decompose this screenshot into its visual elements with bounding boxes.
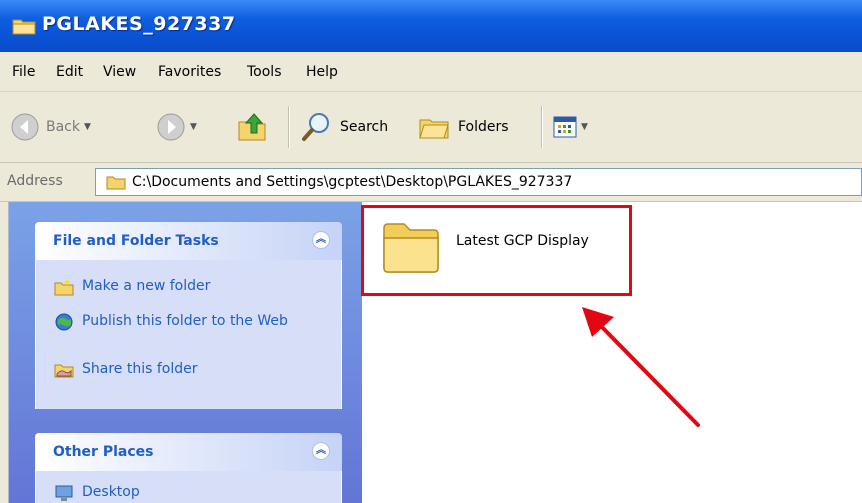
panel-body: Make a new folder Publish this folder to… [35,260,342,409]
address-bar: Address C:\Documents and Settings\gcptes… [0,163,862,202]
panel-title: File and Folder Tasks [53,233,219,249]
task-label: Make a new folder [82,278,211,294]
place-label: Desktop [82,484,140,500]
folders-icon [419,119,449,139]
back-button[interactable]: Back ▼ [10,92,91,162]
menu-bar: File Edit View Favorites Tools Help [0,52,862,92]
search-icon [302,113,329,141]
back-label: Back [46,119,80,135]
up-folder-button[interactable] [236,92,270,162]
place-desktop[interactable]: Desktop [54,483,312,503]
menu-tools[interactable]: Tools [247,64,282,80]
desktop-icon [55,485,73,501]
task-share-folder[interactable]: Share this folder [54,360,312,380]
panel-header[interactable]: File and Folder Tasks ︽ [35,222,342,260]
panel-body: Desktop [35,471,342,503]
search-button[interactable]: Search [300,92,388,162]
menu-file[interactable]: File [12,64,35,80]
chevron-down-icon: ▼ [581,122,588,132]
address-label: Address [7,173,63,189]
folders-button[interactable]: Folders [418,92,509,162]
toolbar-separator [288,106,290,148]
menu-favorites[interactable]: Favorites [158,64,221,80]
folder-icon [12,17,36,39]
views-button[interactable]: ▼ [553,92,588,162]
collapse-icon[interactable]: ︽ [312,442,330,460]
task-publish-folder[interactable]: Publish this folder to the Web [54,312,312,332]
folder-icon [106,174,126,194]
address-path: C:\Documents and Settings\gcptest\Deskto… [132,174,573,190]
up-folder-icon [238,113,266,141]
chevron-down-icon: ▼ [84,122,91,132]
collapse-icon[interactable]: ︽ [312,231,330,249]
toolbar-separator [541,106,543,148]
toolbar: Back ▼ ▼ Search Folders ▼ [0,92,862,163]
address-input[interactable]: C:\Documents and Settings\gcptest\Deskto… [95,168,862,196]
other-places-panel: Other Places ︽ Desktop [35,433,342,503]
share-folder-icon [54,364,74,378]
back-arrow-icon [11,113,39,141]
search-label: Search [340,119,389,135]
task-label: Publish this folder to the Web [82,313,288,329]
menu-view[interactable]: View [103,64,136,80]
new-folder-icon [54,278,74,296]
task-label: Share this folder [82,361,198,377]
task-make-new-folder[interactable]: Make a new folder [54,277,312,297]
menu-edit[interactable]: Edit [56,64,83,80]
forward-button[interactable]: ▼ [156,92,197,162]
window-title: PGLAKES_927337 [42,13,236,35]
title-bar: PGLAKES_927337 [0,0,862,52]
publish-web-icon [55,313,73,331]
file-folder-tasks-panel: File and Folder Tasks ︽ Make a new folde… [35,222,342,409]
annotation-arrow [582,307,700,427]
forward-arrow-icon [157,113,185,141]
highlight-box [361,205,632,296]
chevron-down-icon: ▼ [190,122,197,132]
views-icon [553,116,577,138]
menu-help[interactable]: Help [306,64,338,80]
folders-label: Folders [458,119,509,135]
panel-title: Other Places [53,444,154,460]
panel-header[interactable]: Other Places ︽ [35,433,342,471]
pane-edge [0,202,9,503]
